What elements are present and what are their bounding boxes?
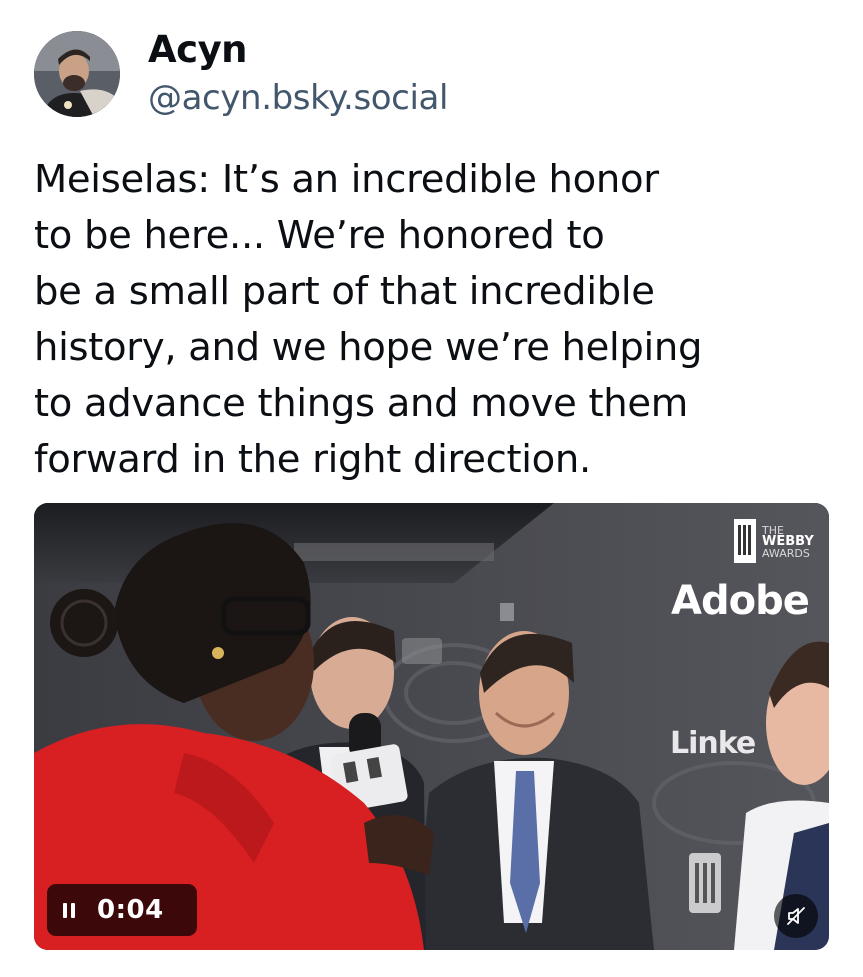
author-block: Acyn @acyn.bsky.social [148,28,448,120]
video-player[interactable]: THE WEBBY AWARDS Adobe Linke 0:04 [34,503,829,950]
author-handle[interactable]: @acyn.bsky.social [148,76,448,120]
post-text-line: to be here... We’re honored to [34,213,605,258]
muted-speaker-icon [787,907,805,925]
post-text-line: Meiselas: It’s an incredible honor [34,157,659,202]
post-text-line: be a small part of that incredible [34,269,655,314]
post-text-line: to advance things and move them [34,381,688,426]
video-controls: 0:04 [47,884,197,936]
video-timestamp: 0:04 [97,895,164,925]
post-text-line: history, and we hope we’re helping [34,325,703,370]
post-text: Meiselas: It’s an incredible honor to be… [34,152,844,488]
pause-icon [61,902,77,918]
post-text-line: forward in the right direction. [34,437,591,482]
post-card: Acyn @acyn.bsky.social Meiselas: It’s an… [0,0,863,977]
webby-logo-awards: AWARDS [762,547,810,560]
linkedin-logo-text: Linke [670,726,756,761]
author-avatar[interactable] [34,31,120,117]
mute-button[interactable] [774,894,818,938]
author-display-name[interactable]: Acyn [148,28,448,72]
pause-button[interactable] [47,884,91,936]
adobe-logo-text: Adobe [671,578,810,624]
avatar-photo [34,31,120,117]
